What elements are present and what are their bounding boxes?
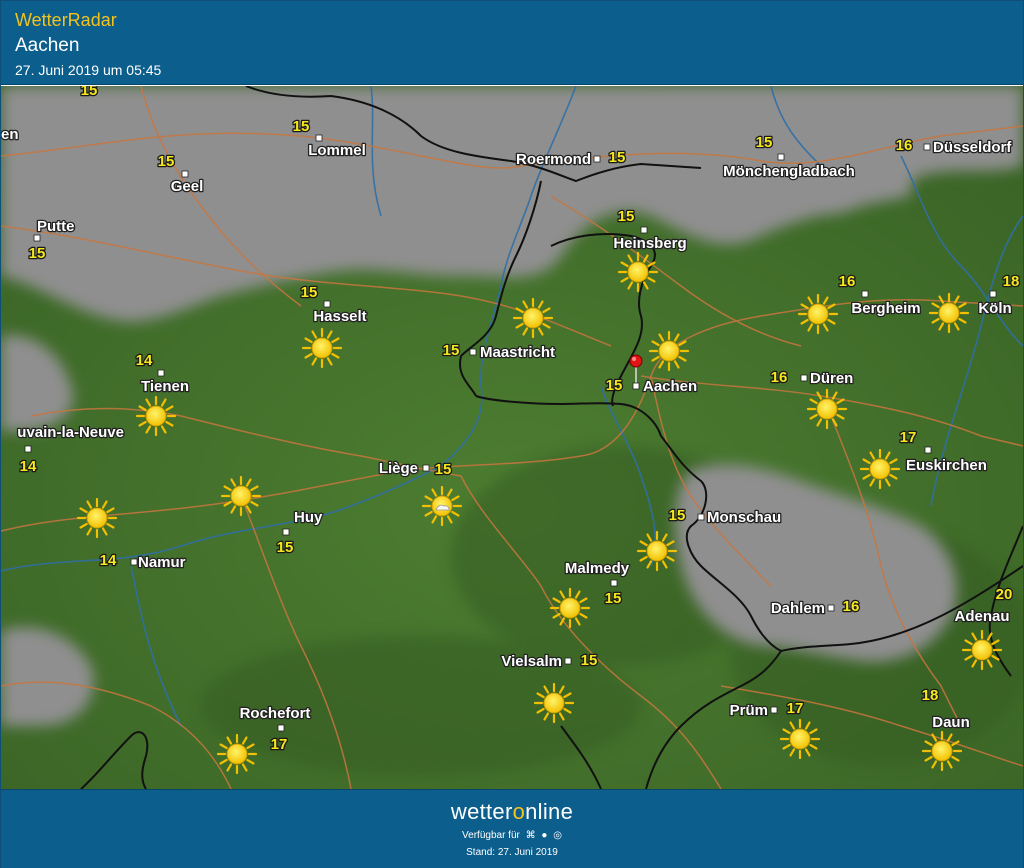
city-name[interactable]: Köln [977, 299, 1013, 319]
city-name[interactable]: Maastricht [479, 343, 557, 363]
available-label: Verfügbar für [462, 830, 520, 841]
city-marker[interactable] [924, 446, 932, 454]
city-name[interactable]: Liège [378, 459, 420, 479]
temperature-value: 18 [922, 687, 939, 704]
city-name[interactable]: Daun [931, 713, 971, 733]
app-title: WetterRadar [15, 10, 117, 30]
city-marker[interactable] [469, 348, 477, 356]
city-name[interactable]: Heinsberg [612, 234, 688, 254]
temperature-value: 20 [996, 586, 1013, 603]
city-name[interactable]: Lommel [307, 141, 367, 161]
city-name[interactable]: Dahlem [770, 599, 827, 619]
temperature-value: 15 [435, 461, 452, 478]
temperature-value: 14 [136, 352, 153, 369]
temperature-value: 15 [618, 208, 635, 225]
city-marker[interactable] [323, 300, 331, 308]
city-marker[interactable] [861, 290, 869, 298]
city-name[interactable]: Prüm [728, 701, 769, 721]
temperature-value: 18 [1003, 273, 1020, 290]
temperature-value: 15 [29, 245, 46, 262]
city-marker[interactable] [640, 226, 648, 234]
temperature-value: 15 [81, 86, 98, 99]
city-marker[interactable] [564, 657, 572, 665]
city-name[interactable]: uvain-la-Neuve [16, 423, 125, 443]
city-marker[interactable] [923, 143, 931, 151]
city-marker[interactable] [422, 464, 430, 472]
temperature-value: 15 [609, 149, 626, 166]
city-name[interactable]: en [1, 125, 20, 145]
city-marker[interactable] [593, 155, 601, 163]
city-marker[interactable] [827, 604, 835, 612]
city-marker[interactable] [697, 513, 705, 521]
app-frame: WetterRadar Aachen 27. Juni 2019 um 05:4… [0, 0, 1024, 868]
city-name[interactable]: Vielsalm [500, 652, 563, 672]
city-name[interactable]: Euskirchen [905, 456, 988, 476]
city-name[interactable]: Huy [293, 508, 325, 528]
city-name[interactable]: Düren [809, 369, 855, 389]
city-marker[interactable] [181, 170, 189, 178]
temperature-value: 17 [271, 736, 288, 753]
temperature-value: 15 [581, 652, 598, 669]
city-marker[interactable] [315, 134, 323, 142]
web-icon[interactable]: ◎ [553, 830, 562, 841]
city-marker[interactable] [282, 528, 290, 536]
city-name[interactable]: Malmedy [564, 559, 631, 579]
temperature-value: 15 [606, 377, 623, 394]
city-marker[interactable] [277, 724, 285, 732]
temperature-value: 15 [756, 134, 773, 151]
radar-map[interactable]: Lommel 15 Roermond 15 Mönchengladbach 15 Düsse… [1, 86, 1023, 789]
temperature-value: 15 [669, 507, 686, 524]
city-name[interactable]: Tienen [140, 377, 191, 397]
city-name[interactable]: Rochefort [238, 704, 311, 724]
location-title[interactable]: Aachen [15, 35, 79, 57]
city-marker[interactable] [130, 558, 138, 566]
city-name[interactable]: Hasselt [312, 307, 368, 327]
temperature-value: 14 [100, 552, 117, 569]
city-name[interactable]: Aachen [642, 377, 699, 397]
city-name[interactable]: Putte [36, 217, 76, 237]
city-marker[interactable] [770, 706, 778, 714]
temperature-value: 15 [301, 284, 318, 301]
city-name[interactable]: Monschau [706, 508, 783, 528]
temperature-value: 16 [896, 137, 913, 154]
temperature-value: 15 [293, 118, 310, 135]
brand-suffix: nline [525, 799, 574, 824]
city-name[interactable]: Mönchengladbach [722, 162, 856, 182]
brand-o: o [512, 799, 526, 824]
city-name[interactable]: Namur [137, 553, 187, 573]
temperature-value: 15 [605, 590, 622, 607]
city-name[interactable]: Geel [169, 177, 204, 197]
brand-prefix: wetter [450, 799, 513, 824]
android-icon[interactable]: ⌘ [526, 830, 536, 841]
temperature-value: 15 [277, 539, 294, 556]
city-marker[interactable] [610, 579, 618, 587]
city-marker[interactable] [157, 369, 165, 377]
header-bar: WetterRadar Aachen 27. Juni 2019 um 05:4… [1, 1, 1023, 85]
footer-bar: wetteronline Verfügbar für ⌘ ● ◎ Stand: … [1, 789, 1023, 868]
availability-note: Verfügbar für ⌘ ● ◎ [1, 830, 1023, 841]
temperature-value: 14 [20, 458, 37, 475]
city-marker[interactable] [33, 234, 41, 242]
city-marker[interactable] [989, 290, 997, 298]
city-marker[interactable] [632, 382, 640, 390]
temperature-value: 16 [771, 369, 788, 386]
temperature-value: 16 [839, 273, 856, 290]
temperature-value: 17 [787, 700, 804, 717]
temperature-value: 16 [843, 598, 860, 615]
temperature-value: 15 [158, 153, 175, 170]
city-name[interactable]: Adenau [953, 607, 1011, 627]
temperature-value: 15 [443, 342, 460, 359]
temperature-value: 17 [900, 429, 917, 446]
city-name[interactable]: Bergheim [850, 299, 922, 319]
wetteronline-logo[interactable]: wetteronline [1, 799, 1023, 825]
map-timestamp: 27. Juni 2019 um 05:45 [15, 62, 162, 78]
stand-date: Stand: 27. Juni 2019 [466, 847, 558, 858]
map-canvas[interactable]: Lommel 15 Roermond 15 Mönchengladbach 15 Düsse… [1, 86, 1023, 789]
city-marker[interactable] [800, 374, 808, 382]
apple-icon[interactable]: ● [541, 830, 547, 841]
city-marker[interactable] [777, 153, 785, 161]
city-name[interactable]: Roermond [515, 150, 593, 170]
city-name[interactable]: Düsseldorf [932, 138, 1014, 158]
city-marker[interactable] [24, 445, 32, 453]
